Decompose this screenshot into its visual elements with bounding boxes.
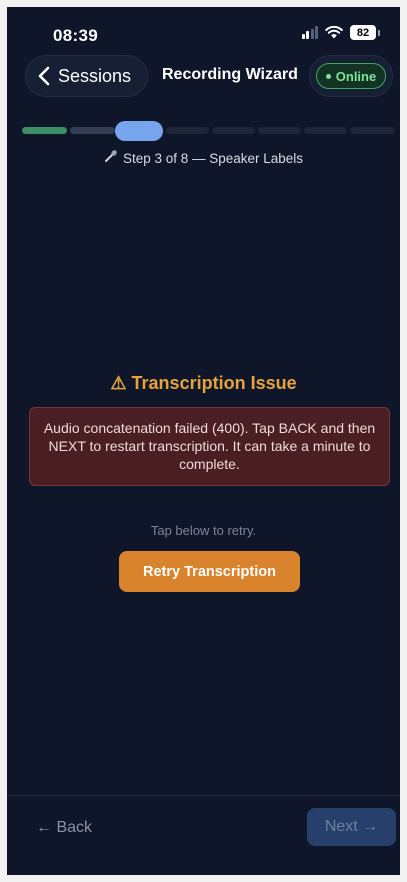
step-progress-bar — [22, 121, 400, 141]
error-message-text: Audio concatenation failed (400). Tap BA… — [43, 420, 376, 472]
step-5-segment — [212, 127, 255, 134]
step-label-text: Step 3 of 8 — Speaker Labels — [122, 151, 304, 166]
step-7-segment — [304, 127, 347, 134]
wifi-icon — [325, 26, 343, 39]
step-2-segment — [70, 127, 115, 134]
sessions-back-button[interactable]: Sessions — [25, 55, 149, 97]
step-label: Step 3 of 8 — Speaker Labels — [7, 149, 400, 166]
next-label: Next → — [324, 818, 379, 835]
step-3-segment — [115, 121, 163, 141]
chevron-left-icon — [38, 66, 50, 86]
battery-cap — [378, 29, 380, 36]
step-1-segment — [22, 127, 67, 134]
sessions-back-label: Sessions — [58, 65, 132, 86]
retry-transcription-button[interactable]: Retry Transcription — [119, 551, 300, 592]
status-bar: 08:39 82 — [7, 7, 400, 59]
error-message-box: Audio concatenation failed (400). Tap BA… — [29, 407, 390, 486]
navigation-bar: Sessions Recording Wizard Online — [7, 55, 400, 99]
status-icons: 82 — [301, 25, 380, 40]
step-6-segment — [258, 127, 301, 134]
wizard-footer: ← Back Next → — [7, 795, 400, 875]
page-title: Recording Wizard — [162, 66, 298, 83]
microphone-icon — [104, 150, 117, 162]
battery-icon: 82 — [350, 25, 376, 40]
step-8-segment — [350, 127, 395, 134]
online-status-badge: Online — [315, 63, 387, 89]
online-dot-icon — [325, 73, 331, 79]
app-screen: 08:39 82 Sessions Recording Wizard Onlin… — [7, 7, 400, 875]
issue-title: ⚠ Transcription Issue — [110, 373, 297, 393]
next-button[interactable]: Next → — [307, 808, 396, 846]
online-label: Online — [335, 68, 377, 84]
retry-hint: Tap below to retry. — [150, 523, 257, 538]
connection-status: Online — [309, 55, 393, 97]
back-button[interactable]: ← Back — [36, 819, 92, 837]
cellular-signal-icon — [301, 26, 318, 39]
retry-transcription-label: Retry Transcription — [143, 563, 276, 580]
step-4-segment — [166, 127, 209, 134]
status-time: 08:39 — [53, 26, 98, 45]
